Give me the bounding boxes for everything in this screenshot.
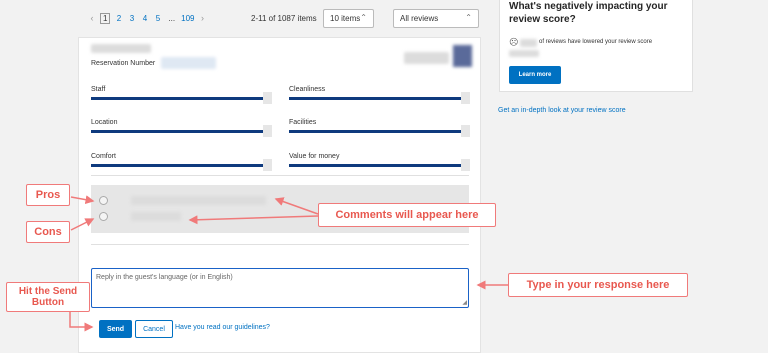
annotation-pros: Pros xyxy=(26,184,70,206)
pros-arrow xyxy=(70,195,95,205)
comments-arrow-up xyxy=(274,197,319,215)
annotation-comments: Comments will appear here xyxy=(318,203,496,227)
annotation-type-response: Type in your response here xyxy=(508,273,688,297)
annotation-cons: Cons xyxy=(26,221,70,243)
comments-arrow-left xyxy=(188,215,319,225)
cons-arrow xyxy=(70,218,95,231)
send-arrow xyxy=(69,310,94,332)
annotation-hit-send: Hit the Send Button xyxy=(6,282,90,312)
annotation-arrows xyxy=(69,195,508,332)
